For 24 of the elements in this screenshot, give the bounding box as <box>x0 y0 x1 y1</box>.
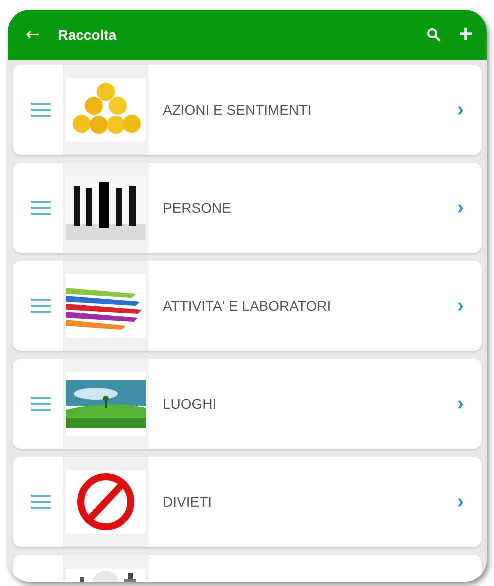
category-item[interactable]: PERSONE › <box>13 163 482 253</box>
category-label: PERSONE <box>163 200 232 216</box>
search-icon[interactable] <box>426 28 441 42</box>
drag-handle-icon[interactable] <box>31 102 51 118</box>
drag-handle-icon[interactable] <box>31 298 51 314</box>
screen-title: Raccolta <box>58 27 118 43</box>
chevron-icon[interactable]: › <box>457 392 464 416</box>
category-item[interactable]: LUOGHI › <box>13 359 482 449</box>
chevron-icon[interactable]: › <box>457 98 464 122</box>
category-item[interactable]: AZIONI E SENTIMENTI › <box>13 65 482 155</box>
chevron-icon[interactable]: › <box>457 490 464 514</box>
drag-handle-icon[interactable] <box>31 396 51 412</box>
drag-handle-icon[interactable] <box>31 200 51 216</box>
category-label: LUOGHI <box>163 396 218 412</box>
category-item[interactable]: ATTIVITA' E LABORATORI › <box>13 261 482 351</box>
back-button[interactable]: ← <box>26 25 40 45</box>
category-label: AZIONI E SENTIMENTI <box>163 102 313 118</box>
drag-handle-icon[interactable] <box>31 494 51 510</box>
add-button[interactable]: + <box>458 23 473 47</box>
chevron-icon[interactable]: › <box>457 294 464 318</box>
category-label: DIVIETI <box>163 494 214 510</box>
category-label: ATTIVITA' E LABORATORI <box>163 298 332 314</box>
category-item[interactable]: DIVIETI › <box>13 457 482 547</box>
chevron-icon[interactable]: › <box>457 196 464 220</box>
